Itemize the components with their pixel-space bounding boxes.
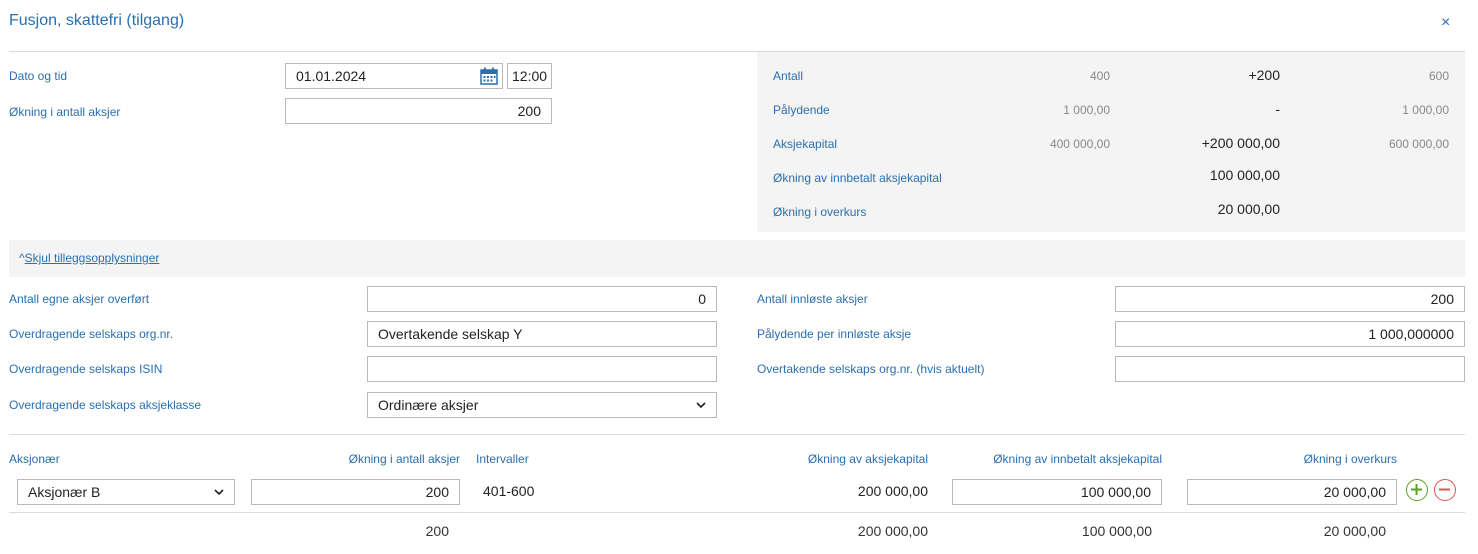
totals-divider <box>9 512 1465 513</box>
increase-label: Økning i antall aksjer <box>9 105 121 119</box>
redeemed-shares-input[interactable]: 200 <box>1115 286 1465 312</box>
dialog-title: Fusjon, skattefri (tilgang) <box>9 12 185 29</box>
row-share-capital: 200 000,00 <box>857 483 928 499</box>
col-header-intervals: Intervaller <box>476 452 529 466</box>
time-input[interactable]: 12:00 <box>507 63 552 89</box>
transferring-class-value: Ordinære aksjer <box>378 397 479 413</box>
col-header-share-capital: Økning av aksjekapital <box>807 452 928 466</box>
chevron-down-icon <box>214 489 224 496</box>
par-per-redeemed-input[interactable]: 1 000,000000 <box>1115 321 1465 347</box>
col-header-premium: Økning i overkurs <box>1303 452 1397 466</box>
shareholder-select[interactable]: Aksjonær B <box>17 479 235 505</box>
row-premium-input[interactable]: 20 000,00 <box>1187 479 1397 505</box>
remove-row-button[interactable] <box>1434 479 1456 501</box>
row-paid-in-input[interactable]: 100 000,00 <box>952 479 1162 505</box>
summary-label-aksjekapital: Aksjekapital <box>773 137 838 151</box>
plus-icon <box>1411 484 1422 495</box>
summary-delta-aksjekapital: +200 000,00 <box>1201 135 1280 151</box>
summary-delta-innbetalt: 100 000,00 <box>1209 167 1280 183</box>
chevron-down-icon <box>696 402 706 409</box>
minus-icon <box>1439 488 1450 491</box>
date-input[interactable]: 01.01.2024 <box>285 63 503 89</box>
toggle-bar: ^Skjul tilleggsopplysninger <box>9 240 1465 277</box>
summary-delta-antall: +200 <box>1248 67 1280 83</box>
acquiring-orgnr-label: Overtakende selskaps org.nr. (hvis aktue… <box>757 362 985 376</box>
transferring-isin-label: Overdragende selskaps ISIN <box>9 362 163 376</box>
col-header-shareholder: Aksjonær <box>9 452 60 466</box>
shareholder-value: Aksjonær B <box>28 484 101 500</box>
summary-panel: Antall 400 +200 600 Pålydende 1 000,00 -… <box>757 52 1465 232</box>
row-increase-input[interactable]: 200 <box>251 479 460 505</box>
row-intervals: 401-600 <box>483 483 535 499</box>
transferring-class-select[interactable]: Ordinære aksjer <box>367 392 717 418</box>
own-shares-label: Antall egne aksjer overført <box>9 292 150 306</box>
extra-divider <box>9 434 1465 435</box>
col-header-paid-in: Økning av innbetalt aksjekapital <box>993 452 1162 466</box>
summary-delta-overkurs: 20 000,00 <box>1217 201 1280 217</box>
add-row-button[interactable] <box>1406 479 1428 501</box>
redeemed-shares-label: Antall innløste aksjer <box>757 292 868 306</box>
transferring-isin-input[interactable] <box>367 356 717 382</box>
transferring-orgnr-input[interactable]: Overtakende selskap Y <box>367 321 717 347</box>
hide-extra-label: Skjul tilleggsopplysninger <box>24 251 160 265</box>
summary-before-aksjekapital: 400 000,00 <box>1049 137 1110 151</box>
total-paid-in: 100 000,00 <box>1081 523 1152 539</box>
hide-extra-toggle[interactable]: ^Skjul tilleggsopplysninger <box>19 251 159 265</box>
summary-before-palydende: 1 000,00 <box>1063 103 1110 117</box>
increase-input[interactable]: 200 <box>285 98 552 124</box>
date-label: Dato og tid <box>9 69 68 83</box>
summary-delta-palydende: - <box>1275 101 1280 117</box>
acquiring-orgnr-input[interactable] <box>1115 356 1465 382</box>
own-shares-input[interactable]: 0 <box>367 286 717 312</box>
date-value: 01.01.2024 <box>296 68 367 84</box>
summary-label-overkurs: Økning i overkurs <box>773 205 867 219</box>
total-increase: 200 <box>425 523 449 539</box>
summary-after-palydende: 1 000,00 <box>1402 103 1449 117</box>
summary-label-palydende: Pålydende <box>773 103 830 117</box>
transferring-orgnr-label: Overdragende selskaps org.nr. <box>9 327 174 341</box>
transferring-class-label: Overdragende selskaps aksjeklasse <box>9 398 202 412</box>
summary-before-antall: 400 <box>1089 69 1110 83</box>
summary-label-antall: Antall <box>773 69 804 83</box>
close-icon[interactable]: × <box>1441 14 1450 32</box>
summary-after-aksjekapital: 600 000,00 <box>1388 137 1449 151</box>
total-premium: 20 000,00 <box>1323 523 1386 539</box>
calendar-icon[interactable] <box>480 67 498 85</box>
col-header-increase: Økning i antall aksjer <box>348 452 460 466</box>
summary-after-antall: 600 <box>1428 69 1449 83</box>
total-share-capital: 200 000,00 <box>857 523 928 539</box>
summary-label-innbetalt: Økning av innbetalt aksjekapital <box>773 171 942 185</box>
par-per-redeemed-label: Pålydende per innløste aksje <box>757 327 912 341</box>
